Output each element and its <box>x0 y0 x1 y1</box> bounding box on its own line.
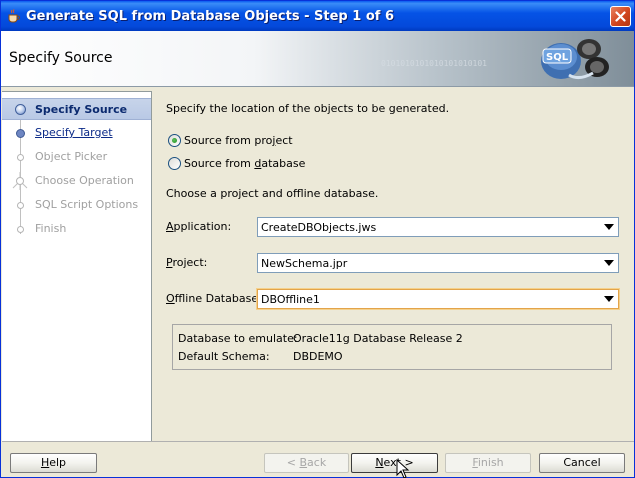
svg-text:SQL: SQL <box>546 52 569 63</box>
application-value: CreateDBObjects.jws <box>261 221 377 234</box>
radio-source-from-database-label[interactable]: Source from database <box>184 157 305 170</box>
step-specify-target[interactable]: Specify Target <box>2 122 151 144</box>
project-value: NewSchema.jpr <box>261 257 348 270</box>
step-label: Specify Target <box>35 126 113 139</box>
header-title: Specify Source <box>9 50 113 66</box>
step-indicator-icon <box>16 129 25 138</box>
wizard-steps-nav: Specify Source Specify Target Object Pic… <box>2 91 152 441</box>
footer-divider <box>2 441 634 442</box>
radio-source-from-project-label[interactable]: Source from project <box>184 134 293 147</box>
next-button[interactable]: Next > <box>351 453 438 473</box>
back-button[interactable]: < Back <box>264 453 349 473</box>
step-specify-source[interactable]: Specify Source <box>2 98 151 120</box>
database-info-panel <box>172 324 612 370</box>
step-label: Finish <box>35 222 67 235</box>
offline-database-select[interactable]: DBOffline1 <box>257 289 619 309</box>
help-button[interactable]: Help <box>10 453 97 473</box>
radio-selected-dot <box>172 138 177 143</box>
application-label: Application: <box>166 220 232 233</box>
wizard-window: Generate SQL from Database Objects - Ste… <box>0 0 635 478</box>
application-select[interactable]: CreateDBObjects.jws <box>257 217 619 237</box>
intro-text: Specify the location of the objects to b… <box>166 102 450 115</box>
offline-database-label: Offline Database: <box>166 292 262 305</box>
project-select[interactable]: NewSchema.jpr <box>257 253 619 273</box>
step-label: SQL Script Options <box>35 198 139 211</box>
offline-database-value: DBOffline1 <box>261 293 320 306</box>
close-icon <box>615 11 626 22</box>
emulate-value: Oracle11g Database Release 2 <box>293 332 463 345</box>
title-bar[interactable]: Generate SQL from Database Objects - Ste… <box>1 1 634 31</box>
sql-database-icon: SQL <box>541 39 609 80</box>
java-cup-icon <box>8 9 21 23</box>
step-indicator-icon <box>17 154 24 161</box>
finish-button[interactable]: Finish <box>445 453 531 473</box>
step-label: Object Picker <box>35 150 108 163</box>
step-current-indicator-icon <box>15 104 26 115</box>
branch-indicator-icon <box>12 172 28 190</box>
step-choose-operation: Choose Operation <box>2 170 151 192</box>
default-schema-label: Default Schema: <box>178 350 270 363</box>
step-sql-script-options: SQL Script Options <box>2 194 151 216</box>
step-finish: Finish <box>2 218 151 240</box>
close-button[interactable] <box>610 6 631 27</box>
step-indicator-icon <box>17 202 24 209</box>
window-title: Generate SQL from Database Objects - Ste… <box>26 9 394 24</box>
chevron-down-icon <box>604 224 614 230</box>
choose-project-text: Choose a project and offline database. <box>166 187 379 200</box>
mouse-cursor-icon <box>396 459 410 478</box>
step-label: Specify Source <box>35 103 128 116</box>
project-label: Project: <box>166 256 208 269</box>
chevron-down-icon <box>604 260 614 266</box>
step-indicator-icon <box>17 226 24 233</box>
default-schema-value: DBDEMO <box>293 350 343 363</box>
cancel-button[interactable]: Cancel <box>539 453 625 473</box>
decorative-binary: 0101010101010101010101 <box>381 59 487 68</box>
radio-source-from-project[interactable] <box>168 134 181 147</box>
radio-source-from-database[interactable] <box>168 157 181 170</box>
emulate-label: Database to emulate: <box>178 332 298 345</box>
chevron-down-icon <box>604 296 614 302</box>
step-label: Choose Operation <box>35 174 134 187</box>
step-object-picker: Object Picker <box>2 146 151 168</box>
wizard-header: Specify Source 0101010101010101010101 SQ… <box>1 31 634 87</box>
